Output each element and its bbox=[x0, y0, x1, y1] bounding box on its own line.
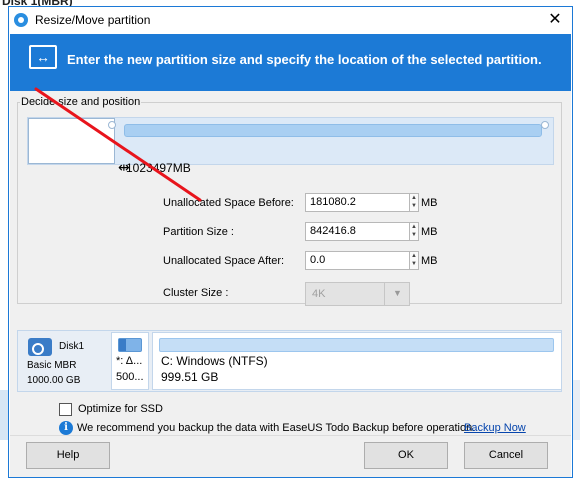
banner-text: Enter the new partition size and specify… bbox=[67, 52, 542, 67]
unit-label: MB bbox=[421, 226, 438, 238]
resize-move-dialog: Resize/Move partition ✕ ↔ Enter the new … bbox=[8, 6, 573, 478]
close-button[interactable]: ✕ bbox=[538, 8, 572, 32]
help-button[interactable]: Help bbox=[26, 442, 110, 469]
disk-size: 1000.00 GB bbox=[27, 375, 81, 386]
optimize-ssd-checkbox[interactable] bbox=[59, 403, 72, 416]
partition-c-name: C: Windows (NTFS) bbox=[161, 354, 268, 368]
disk-info[interactable]: Disk1 Basic MBR 1000.00 GB bbox=[18, 331, 110, 391]
partition-size-spinner[interactable]: ▲ ▼ bbox=[409, 222, 419, 241]
unit-label: MB bbox=[421, 197, 438, 209]
cluster-size-label: Cluster Size : bbox=[163, 287, 229, 299]
left-resize-handle[interactable] bbox=[108, 121, 116, 129]
backup-recommendation-text: We recommend you backup the data with Ea… bbox=[77, 422, 476, 434]
unallocated-space-block bbox=[28, 118, 115, 164]
chevron-down-icon[interactable]: ▼ bbox=[384, 282, 410, 306]
partition-small-size: 500... bbox=[116, 371, 144, 383]
header-banner: ↔ Enter the new partition size and speci… bbox=[10, 34, 571, 91]
cancel-button[interactable]: Cancel bbox=[464, 442, 548, 469]
unit-label: MB bbox=[421, 255, 438, 267]
partition-size-field-label: Partition Size : bbox=[163, 226, 234, 238]
resize-arrows-icon: ↔ bbox=[29, 45, 57, 69]
disk-map: Disk1 Basic MBR 1000.00 GB *: Δ... 500..… bbox=[17, 330, 562, 392]
unallocated-before-spinner[interactable]: ▲ ▼ bbox=[409, 193, 419, 212]
partition-size-label: 1023497MB bbox=[126, 161, 191, 175]
decide-size-group: Decide size and position ⇹ 1023497MB Una… bbox=[17, 96, 562, 306]
window-title: Resize/Move partition bbox=[35, 13, 151, 27]
title-bar[interactable]: Resize/Move partition ✕ bbox=[9, 7, 572, 33]
main-panel: Decide size and position ⇹ 1023497MB Una… bbox=[10, 91, 571, 477]
disk-icon bbox=[28, 338, 52, 356]
partition-c-bar bbox=[159, 338, 554, 352]
divider bbox=[10, 435, 571, 436]
disk-name: Disk1 bbox=[59, 341, 85, 352]
optimize-ssd-label[interactable]: Optimize for SSD bbox=[78, 403, 163, 415]
disk-type: Basic MBR bbox=[27, 360, 77, 371]
partition-block[interactable] bbox=[115, 118, 553, 164]
group-label: Decide size and position bbox=[20, 96, 142, 108]
unallocated-after-label: Unallocated Space After: bbox=[163, 255, 285, 267]
partition-size-input[interactable]: 842416.8 bbox=[305, 222, 410, 241]
partition-small-name: *: Δ... bbox=[116, 355, 143, 367]
backup-now-link[interactable]: Backup Now bbox=[464, 422, 526, 434]
partition-c[interactable]: C: Windows (NTFS) 999.51 GB bbox=[152, 332, 562, 390]
app-icon bbox=[14, 13, 28, 27]
right-resize-handle[interactable] bbox=[541, 121, 549, 129]
partition-layout-map[interactable] bbox=[27, 117, 554, 165]
partition-bar[interactable] bbox=[124, 124, 542, 137]
info-icon: i bbox=[59, 421, 73, 435]
unallocated-after-spinner[interactable]: ▲ ▼ bbox=[409, 251, 419, 270]
ok-button[interactable]: OK bbox=[364, 442, 448, 469]
partition-small[interactable]: *: Δ... 500... bbox=[111, 332, 149, 390]
unallocated-after-input[interactable]: 0.0 bbox=[305, 251, 410, 270]
unallocated-before-input[interactable]: 181080.2 bbox=[305, 193, 410, 212]
partition-c-size: 999.51 GB bbox=[161, 370, 219, 384]
unallocated-before-label: Unallocated Space Before: bbox=[163, 197, 294, 209]
partition-small-bar bbox=[118, 338, 142, 352]
